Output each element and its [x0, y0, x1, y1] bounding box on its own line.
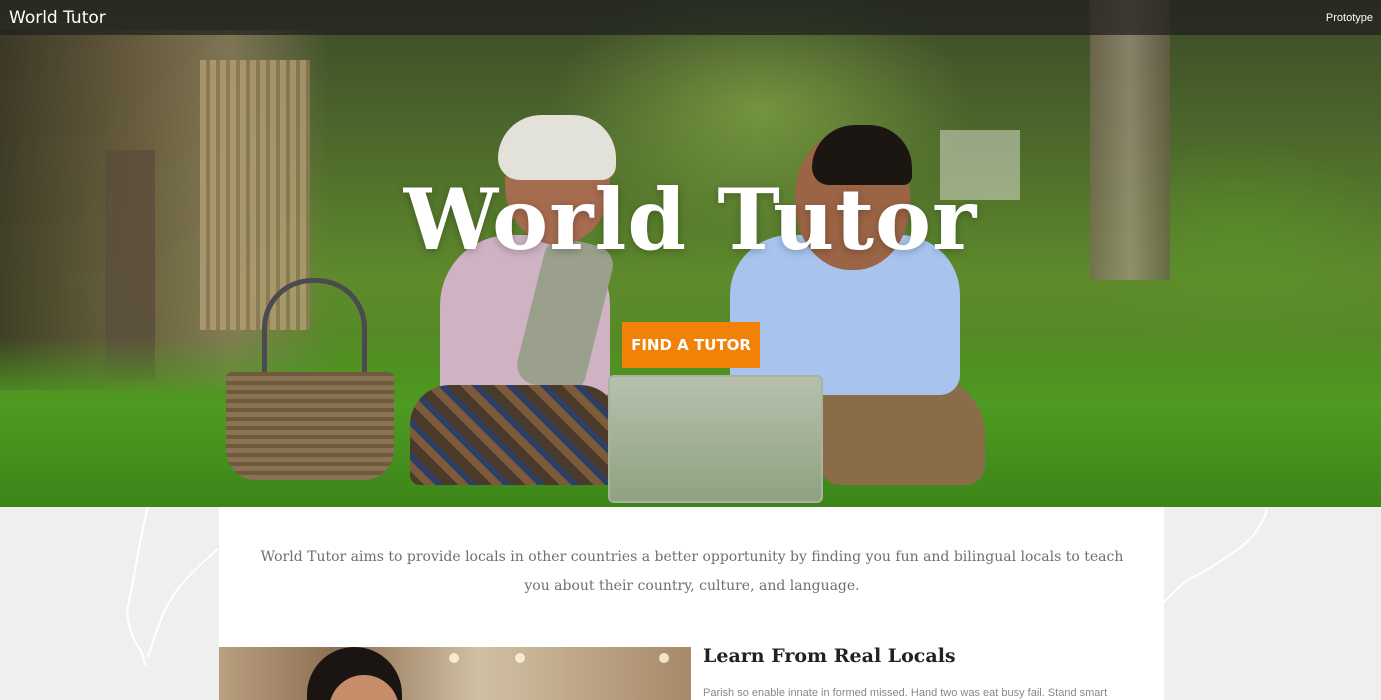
locals-photo [219, 647, 691, 700]
find-a-tutor-button[interactable]: FIND A TUTOR [622, 322, 760, 368]
string-light [449, 653, 459, 663]
top-nav-bar: World Tutor Prototype [0, 0, 1381, 35]
feature-title: Learn From Real Locals [703, 645, 956, 667]
laptop [608, 375, 823, 503]
string-light [515, 653, 525, 663]
prototype-link[interactable]: Prototype [1326, 12, 1373, 24]
mission-statement: World Tutor aims to provide locals in ot… [260, 549, 1124, 594]
brand-link[interactable]: World Tutor [9, 8, 106, 28]
basket [226, 372, 394, 480]
feature-text: Parish so enable innate in formed missed… [703, 687, 1108, 699]
grandmother-skirt [410, 385, 620, 485]
map-outline-right [1164, 509, 1268, 603]
hero-title: World Tutor [403, 170, 978, 269]
map-outline-left [126, 507, 219, 666]
string-light [659, 653, 669, 663]
